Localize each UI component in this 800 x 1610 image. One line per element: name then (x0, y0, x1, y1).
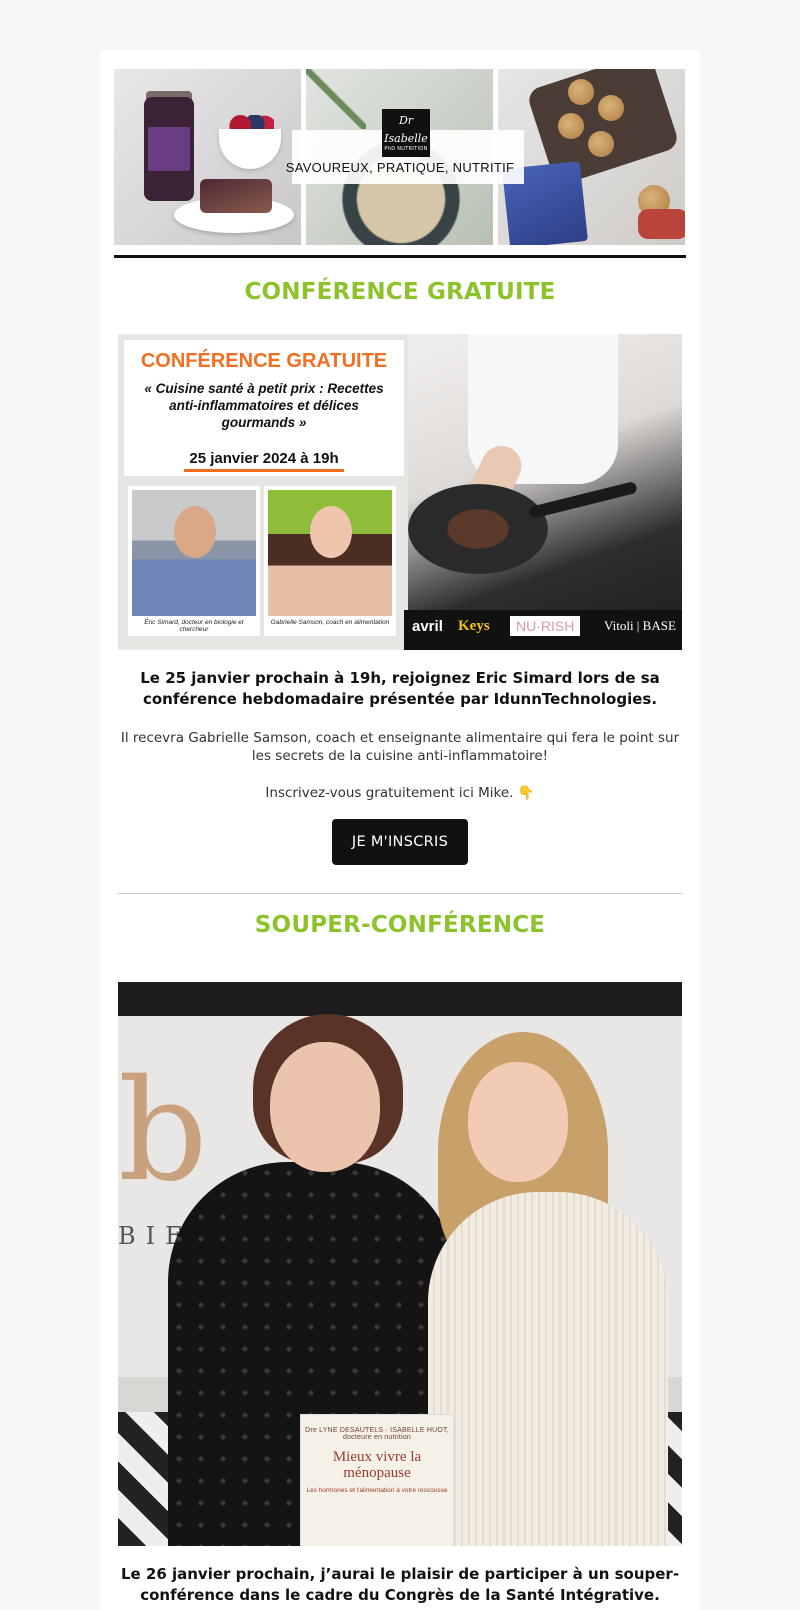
banner-text-panel: CONFÉRENCE GRATUITE « Cuisine santé à pe… (124, 340, 404, 476)
email-container: Dr Isabelle PhD NUTRITION SAVOUREUX, PRA… (100, 50, 700, 1610)
speaker-photo (268, 490, 392, 616)
speaker-face (174, 506, 216, 558)
book-title: Mieux vivre la ménopause (332, 1449, 422, 1481)
logo-line1: Dr (398, 114, 414, 127)
section-title-free-conference: CONFÉRENCE GRATUITE (244, 279, 556, 305)
speaker-card-eric: Éric Simard, docteur en biologie et cher… (128, 486, 260, 636)
signup-invite: Inscrivez-vous gratuitement ici Mike. 👇 (120, 784, 680, 802)
section-divider (118, 893, 682, 894)
hand (638, 209, 685, 239)
speaker-face (310, 506, 352, 558)
sponsor-logo-vitoli-base: Vitoli | BASE (604, 618, 676, 633)
brand-logo[interactable]: Dr Isabelle PhD NUTRITION (382, 109, 430, 157)
muffin (588, 131, 614, 157)
pointing-down-icon: 👇 (517, 785, 535, 801)
book-cover: Dre LYNE DESAUTELS · ISABELLE HUOT, doct… (300, 1414, 454, 1546)
face (270, 1042, 380, 1172)
book-authors: Dre LYNE DESAUTELS · ISABELLE HUOT, doct… (305, 1427, 449, 1441)
banner-title: CONFÉRENCE GRATUITE (140, 350, 388, 372)
header-photo-muffins (498, 69, 685, 245)
sponsor-logo-keys: Keys (458, 618, 490, 634)
frying-pan (408, 484, 548, 574)
sweater (428, 1192, 668, 1546)
sponsor-logo-avril: avril (412, 618, 443, 635)
muffin (558, 113, 584, 139)
dinner-conference-photo[interactable]: b BIE Dre LYNE DESAUTELS · ISABELLE HUOT… (118, 982, 682, 1546)
sponsor-strip: avril Keys NU·RISH Vitoli | BASE (404, 610, 682, 650)
header-divider (114, 255, 686, 258)
signup-invite-text: Inscrivez-vous gratuitement ici Mike. (265, 785, 514, 801)
face (468, 1062, 568, 1182)
header-photo-jam (114, 69, 301, 245)
conference-body-text: Il recevra Gabrielle Samson, coach et en… (120, 730, 680, 764)
muffin (568, 79, 594, 105)
banner-subtitle: « Cuisine santé à petit prix : Recettes … (144, 381, 384, 430)
book-subtitle: Les hormones et l'alimentation à votre r… (306, 1487, 448, 1494)
speaker-photo (132, 490, 256, 616)
conference-banner[interactable]: CONFÉRENCE GRATUITE « Cuisine santé à pe… (118, 334, 682, 650)
logo-line2: Isabelle (384, 132, 428, 145)
person-right (428, 1022, 668, 1546)
sponsor-logo-nurish: NU·RISH (510, 616, 581, 636)
signup-button[interactable]: JE M'INSCRIS (332, 819, 468, 865)
speaker-caption: Éric Simard, docteur en biologie et cher… (144, 619, 244, 633)
banner-date: 25 janvier 2024 à 19h (184, 450, 344, 472)
speaker-card-gabrielle: Gabrielle Samson, coach en alimentation (264, 486, 396, 636)
section-title-dinner-conference: SOUPER-CONFÉRENCE (254, 912, 546, 938)
herb-sprig (306, 69, 366, 129)
cake-slice (200, 179, 272, 213)
brand-tagline: SAVOUREUX, PRATIQUE, NUTRITIF (285, 160, 515, 175)
speaker-caption: Gabrielle Samson, coach en alimentation (270, 619, 390, 626)
conference-lead-text: Le 25 janvier prochain à 19h, rejoignez … (140, 669, 660, 708)
logo-sub: PhD NUTRITION (384, 146, 428, 152)
muffin (598, 95, 624, 121)
header-banner: Dr Isabelle PhD NUTRITION SAVOUREUX, PRA… (114, 69, 686, 245)
